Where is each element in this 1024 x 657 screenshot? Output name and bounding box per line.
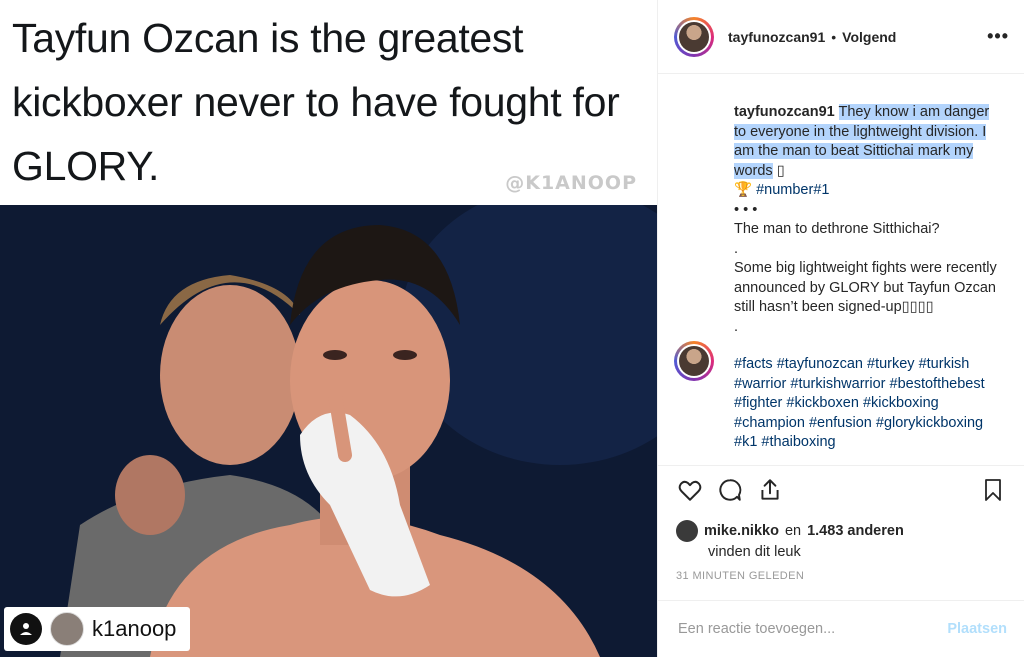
tweet-screenshot: Tayfun Ozcan is the greatest kickboxer n… [0, 0, 657, 205]
liker-username[interactable]: mike.nikko [704, 521, 779, 541]
post-timestamp[interactable]: 31 MINUTEN GELEDEN [676, 570, 804, 582]
hashtag-comment[interactable]: #facts #tayfunozcan #turkey #turkish #wa… [734, 355, 999, 453]
like-button[interactable] [670, 470, 710, 510]
comment-author-avatar[interactable] [674, 341, 714, 381]
liker-avatar[interactable] [676, 520, 698, 542]
tweet-text: Tayfun Ozcan is the greatest kickboxer n… [12, 15, 620, 189]
caption-dot-1: . [734, 240, 739, 257]
caption-line-2: The man to dethrone Sitthichai? [734, 221, 940, 237]
separator-dot: • [831, 28, 837, 45]
save-button[interactable] [973, 470, 1013, 510]
post-media[interactable]: Tayfun Ozcan is the greatest kickboxer n… [0, 0, 657, 657]
post-panel: tayfunozcan91 • Volgend ••• tayfunozcan9… [657, 0, 1024, 657]
emoji-placeholder: ▯ [776, 162, 785, 179]
author-avatar[interactable] [674, 16, 714, 57]
likes-summary: mike.nikko en 1.483 anderen vinden dit l… [676, 520, 1016, 562]
add-comment-bar: Plaatsen [658, 600, 1024, 657]
comment-input[interactable] [676, 620, 948, 638]
likes-suffix: vinden dit leuk [708, 544, 801, 560]
post-header: tayfunozcan91 • Volgend ••• [658, 0, 1024, 74]
repost-username: k1anoop [92, 616, 177, 641]
caption-username[interactable]: tayfunozcan91 [734, 104, 835, 120]
bookmark-icon [985, 478, 1001, 501]
caption-area: tayfunozcan91 They know i am danger to e… [658, 75, 1024, 465]
likes-and: en [784, 523, 802, 539]
caption-dot-2: . [734, 318, 739, 335]
author-username[interactable]: tayfunozcan91 [728, 29, 825, 45]
share-button[interactable] [750, 470, 790, 510]
repost-badge[interactable]: k1anoop [4, 607, 191, 651]
post-comment-button[interactable]: Plaatsen [947, 621, 1007, 637]
likes-count[interactable]: 1.483 anderen [807, 521, 904, 541]
comment-icon [719, 478, 742, 501]
watermark: @K1ANOOP [505, 172, 637, 194]
user-icon [10, 613, 42, 645]
action-bar [658, 465, 1024, 513]
repost-avatar [50, 612, 84, 646]
share-icon [761, 478, 779, 500]
comment-button[interactable] [710, 470, 750, 510]
follow-status-button[interactable]: Volgend [842, 29, 896, 45]
caption-line-3: Some big lightweight fights were recentl… [734, 260, 997, 315]
caption: tayfunozcan91 They know i am danger to e… [734, 103, 999, 337]
fighter-photo-illustration [0, 205, 657, 657]
fighter-photo: k1anoop [0, 205, 657, 657]
trophy-icon: 🏆 [734, 182, 753, 198]
heart-icon [678, 480, 702, 501]
caption-dots: • • • [734, 201, 758, 218]
hashtag-number[interactable]: #number#1 [756, 182, 829, 198]
more-options-icon[interactable]: ••• [987, 26, 1009, 47]
